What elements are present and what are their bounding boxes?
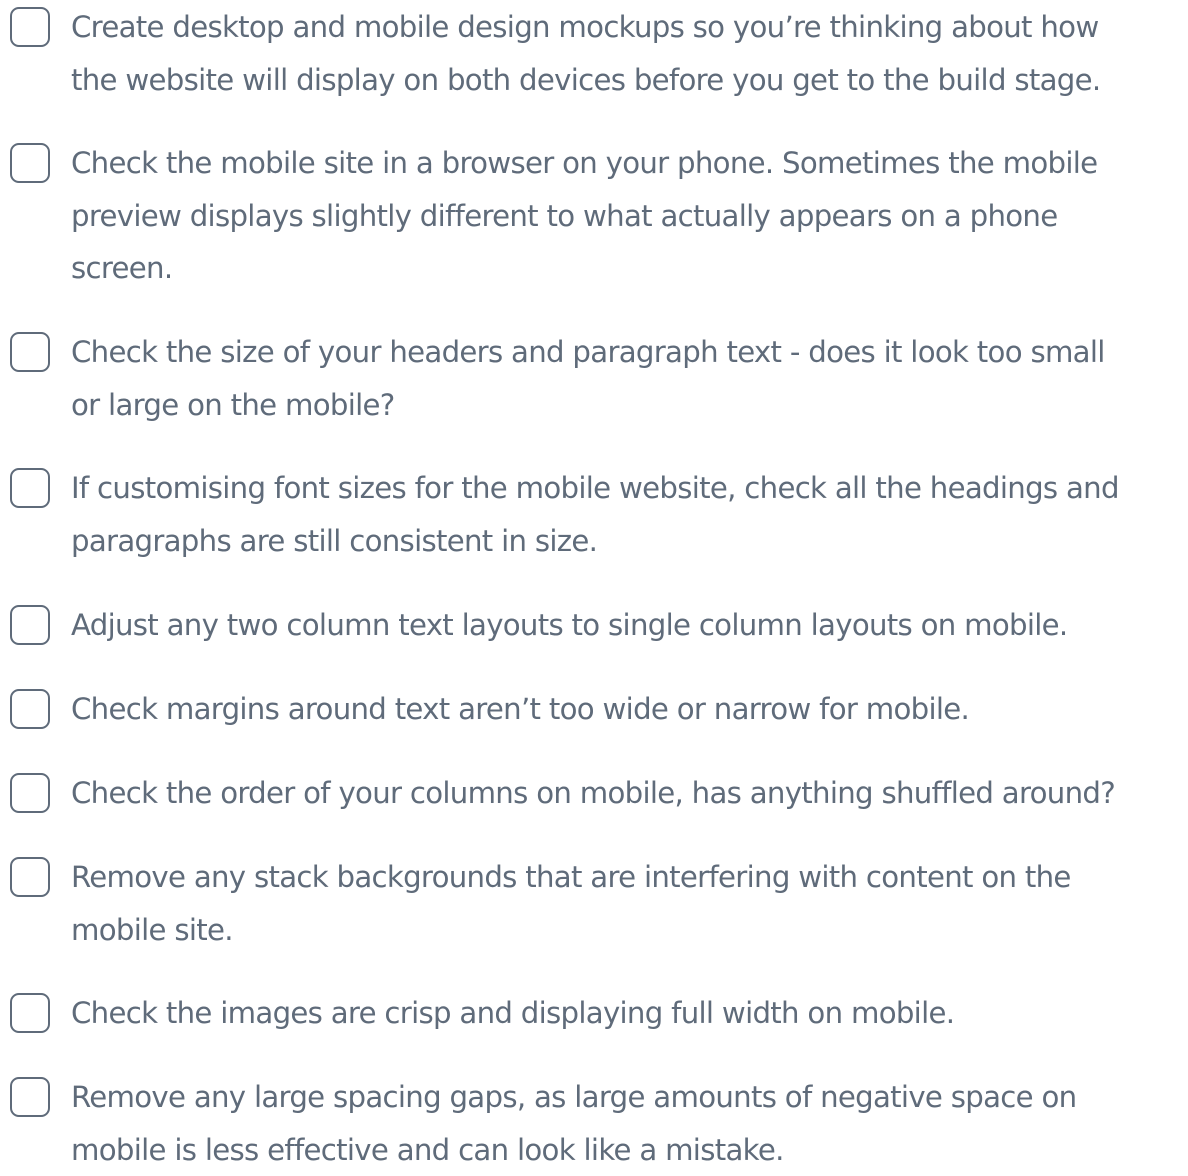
checklist-item-line: If customising font sizes for the mobile… (71, 462, 1186, 515)
checklist-item-line: Check the mobile site in a browser on yo… (71, 137, 1186, 190)
checklist-item-line: screen. (71, 242, 1186, 295)
checklist-item-line: the website will display on both devices… (71, 54, 1186, 107)
checklist-item-text: Check the mobile site in a browser on yo… (71, 137, 1186, 295)
checklist-item-text: Create desktop and mobile design mockups… (71, 1, 1186, 106)
checklist-item-line: Check margins around text aren’t too wid… (71, 683, 1186, 736)
checklist-item-line: Check the order of your columns on mobil… (71, 767, 1186, 820)
checklist-item-line: Create desktop and mobile design mockups… (71, 1, 1186, 54)
checkbox[interactable] (10, 993, 50, 1033)
checklist-item-line: Remove any stack backgrounds that are in… (71, 851, 1186, 904)
checklist-item-text: Adjust any two column text layouts to si… (71, 599, 1186, 652)
checklist-item-text: Remove any stack backgrounds that are in… (71, 851, 1186, 956)
checkbox[interactable] (10, 773, 50, 813)
checklist-item-text: If customising font sizes for the mobile… (71, 462, 1186, 567)
checklist-item-text: Check the size of your headers and parag… (71, 326, 1186, 431)
checklist-item-text: Check the images are crisp and displayin… (71, 987, 1186, 1040)
checkbox[interactable] (10, 857, 50, 897)
checklist-item-line: paragraphs are still consistent in size. (71, 515, 1186, 568)
checkbox[interactable] (10, 332, 50, 372)
checklist-item-text: Remove any large spacing gaps, as large … (71, 1071, 1186, 1176)
checklist-item-line: Check the size of your headers and parag… (71, 326, 1186, 379)
checkbox[interactable] (10, 689, 50, 729)
checkbox[interactable] (10, 605, 50, 645)
checklist-item-line: mobile is less effective and can look li… (71, 1124, 1186, 1176)
checklist-item-text: Check the order of your columns on mobil… (71, 767, 1186, 820)
checklist-item-line: or large on the mobile? (71, 379, 1186, 432)
checklist-item-line: Check the images are crisp and displayin… (71, 987, 1186, 1040)
checklist-item-line: Adjust any two column text layouts to si… (71, 599, 1186, 652)
checkbox[interactable] (10, 143, 50, 183)
checklist-item-text: Check margins around text aren’t too wid… (71, 683, 1186, 736)
checkbox[interactable] (10, 468, 50, 508)
checkbox[interactable] (10, 1077, 50, 1117)
checklist-item-line: preview displays slightly different to w… (71, 190, 1186, 243)
checkbox[interactable] (10, 7, 50, 47)
checklist-item-line: Remove any large spacing gaps, as large … (71, 1071, 1186, 1124)
checklist-item-line: mobile site. (71, 904, 1186, 957)
